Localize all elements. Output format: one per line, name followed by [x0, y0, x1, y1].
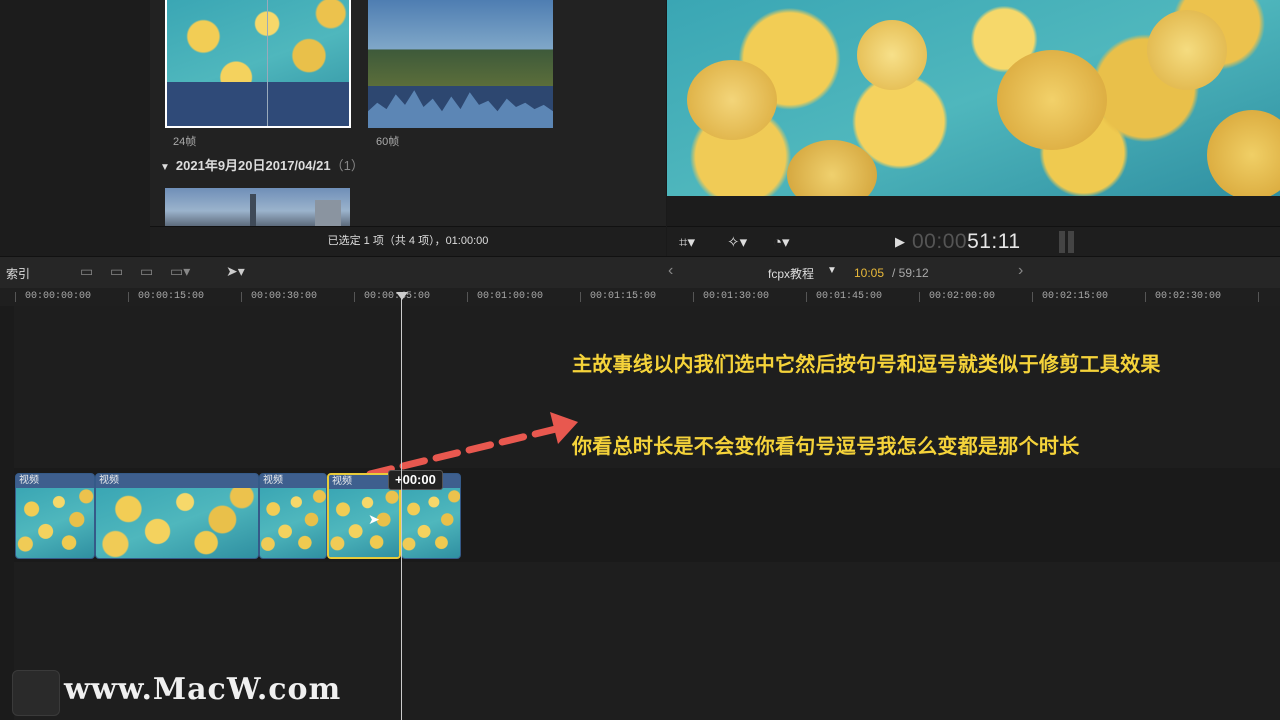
watermark-logo-icon — [12, 670, 60, 716]
timeline-clip[interactable]: 视频 — [95, 473, 259, 559]
timeline-clip[interactable]: 视频 — [259, 473, 327, 559]
playhead-handle[interactable] — [396, 292, 408, 300]
append-clip-icon[interactable]: ▭ — [140, 263, 153, 280]
magic-wand-icon[interactable]: ✧▾ — [727, 233, 747, 251]
ruler-tick: 00:00:00:00 — [25, 291, 92, 302]
timecode-display[interactable]: 00:0051:11 — [912, 230, 1021, 254]
previous-project-button[interactable]: ‹ — [668, 262, 673, 280]
ruler-tick: 00:00:15:00 — [138, 291, 205, 302]
clip-thumbnail-24fps[interactable] — [165, 0, 351, 128]
clip-label: 24帧 — [173, 136, 197, 148]
ruler-tick: 00:02:00:00 — [929, 291, 996, 302]
watermark-text: www.MacW.com — [64, 672, 342, 707]
clip-label: 60帧 — [376, 136, 400, 148]
ruler-tick: 00:02:30:00 — [1155, 291, 1222, 302]
connect-clip-icon[interactable]: ▭ — [80, 263, 93, 280]
overwrite-clip-icon[interactable]: ▭▾ — [170, 263, 190, 280]
crop-icon[interactable]: ⌗▾ — [679, 233, 695, 251]
caption-line-1: 主故事线以内我们选中它然后按句号和逗号就类似于修剪工具效果 — [572, 354, 1161, 376]
chevron-down-icon[interactable]: ▼ — [827, 265, 837, 276]
play-icon[interactable]: ▶ — [895, 234, 905, 250]
browser-status-text: 已选定 1 项（共 4 项），01:00:00 — [150, 226, 666, 257]
select-tool-icon[interactable]: ➤▾ — [226, 263, 245, 280]
event-header[interactable]: ▼ 2021年9月20日2017/04/21（1） — [160, 155, 364, 174]
viewer-controls: ⌗▾ ✧▾ ◔▾ ▶ 00:0051:11 — [667, 226, 1280, 257]
next-project-button[interactable]: › — [1018, 262, 1023, 280]
index-button[interactable]: 索引 — [6, 265, 30, 282]
viewer-letterbox — [667, 196, 1280, 226]
clip-title: 视频 — [96, 474, 258, 488]
clip-thumbnail-60fps[interactable] — [368, 0, 553, 128]
event-title: 2021年9月20日2017/04/21 — [175, 158, 331, 173]
playhead-position: 10:05 — [854, 266, 885, 280]
ruler-tick: 00:01:45:00 — [816, 291, 883, 302]
disclosure-triangle-icon[interactable]: ▼ — [160, 162, 170, 173]
clip-title: 视频 — [16, 474, 94, 488]
speedometer-icon[interactable]: ◔▾ — [773, 233, 790, 251]
ruler-tick: 00:00:30:00 — [251, 291, 318, 302]
event-count: （1） — [330, 158, 364, 173]
clip-thumbnail-city[interactable] — [165, 188, 350, 226]
timeline-gutter — [0, 306, 14, 720]
ruler-tick: 00:01:00:00 — [477, 291, 544, 302]
library-sidebar — [0, 0, 150, 256]
caption-line-2: 你看总时长是不会变你看句号逗号我怎么变都是那个时长 — [572, 436, 1080, 458]
viewer-canvas — [667, 0, 1280, 196]
ruler-tick: 00:02:15:00 — [1042, 291, 1109, 302]
ruler-tick: 00:01:30:00 — [703, 291, 770, 302]
timeline-clip[interactable]: 视频 — [15, 473, 95, 559]
project-duration: / 59:12 — [892, 266, 929, 280]
project-name[interactable]: fcpx教程 — [768, 265, 814, 282]
trim-offset-badge: +00:00 — [388, 470, 443, 490]
playhead[interactable] — [401, 292, 402, 720]
mouse-cursor-icon: ➤ — [368, 511, 380, 527]
audio-meter-icon — [1059, 231, 1079, 253]
insert-clip-icon[interactable]: ▭ — [110, 263, 123, 280]
clip-title: 视频 — [260, 474, 326, 488]
media-browser: 24帧 60帧 ▼ 2021年9月20日2017/04/21（1） — [150, 0, 666, 256]
ruler-tick: 00:01:15:00 — [590, 291, 657, 302]
timeline-ruler[interactable]: 00:00:00:00 00:00:15:00 00:00:30:00 00:0… — [0, 288, 1280, 306]
skimmer-line — [267, 0, 268, 126]
timeline-toolbar: 索引 ▭ ▭ ▭ ▭▾ ➤▾ ‹ fcpx教程 ▼ 10:05 / 59:12 … — [0, 256, 1280, 289]
